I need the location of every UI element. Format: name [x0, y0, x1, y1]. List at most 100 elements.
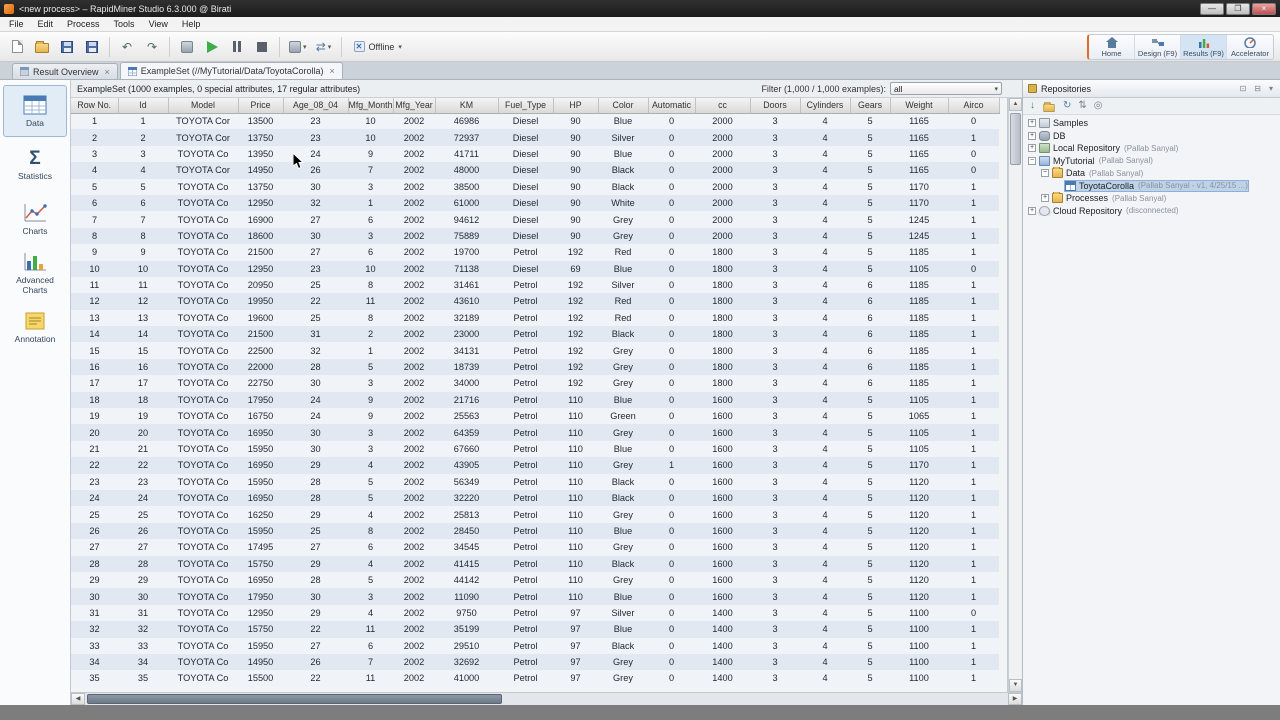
collapse-toggle-icon[interactable]: − — [1028, 156, 1036, 165]
table-row[interactable]: 2 2 TOYOTA Cor 13750 23 10 2002 72937 Diesel 90 Si… — [71, 129, 999, 146]
horizontal-scroll-track[interactable] — [85, 693, 1008, 705]
play-button[interactable] — [201, 36, 223, 58]
table-row[interactable]: 19 19 TOYOTA Co 16750 24 9 2002 25563 Petrol 110 G… — [71, 408, 999, 425]
column-header[interactable]: Mfg_Month — [348, 98, 394, 114]
table-row[interactable]: 21 21 TOYOTA Co 15950 30 3 2002 67660 Petrol 110 B… — [71, 440, 999, 458]
import-data-icon[interactable]: ↓ — [1030, 101, 1035, 111]
close-button[interactable]: × — [1252, 2, 1276, 15]
sidebar-item-advanced-charts[interactable]: Advanced Charts — [3, 247, 67, 299]
table-row[interactable]: 7 7 TOYOTA Co 16900 27 6 2002 94612 Diesel 90 Grey… — [71, 211, 999, 228]
expand-toggle-icon[interactable]: + — [1028, 131, 1036, 140]
expand-toggle-icon[interactable]: + — [1041, 194, 1049, 203]
refresh-icon[interactable]: ↻ — [1063, 101, 1071, 111]
table-row[interactable]: 29 29 TOYOTA Co 16950 28 5 2002 44142 Petrol 110 G… — [71, 571, 999, 589]
open-process-button[interactable] — [31, 36, 53, 58]
column-header[interactable]: Color — [598, 98, 649, 114]
menu-view[interactable]: View — [142, 17, 175, 31]
column-header[interactable]: cc — [695, 98, 751, 114]
scroll-up-icon[interactable]: ▲ — [1009, 98, 1022, 111]
table-row[interactable]: 8 8 TOYOTA Co 18600 30 3 2002 75889 Diesel 90 Grey… — [71, 227, 999, 245]
horizontal-scrollbar[interactable]: ◀ ▶ — [71, 692, 1022, 705]
table-row[interactable]: 13 13 TOYOTA Co 19600 25 8 2002 32189 Petrol 192 R… — [71, 309, 999, 327]
column-header[interactable]: Airco — [948, 98, 1000, 114]
scroll-right-icon[interactable]: ▶ — [1008, 693, 1022, 705]
table-row[interactable]: 15 15 TOYOTA Co 22500 32 1 2002 34131 Petrol 192 G… — [71, 342, 999, 359]
vertical-scroll-thumb[interactable] — [1010, 113, 1021, 165]
collapse-toggle-icon[interactable]: − — [1041, 169, 1049, 178]
redo-button[interactable]: ↷ — [141, 36, 163, 58]
repo-item-samples[interactable]: + Samples — [1023, 117, 1280, 130]
table-row[interactable]: 25 25 TOYOTA Co 16250 29 4 2002 25813 Petrol 110 G… — [71, 506, 999, 523]
repo-item-processes[interactable]: + Processes (Pallab Sanyal) — [1023, 192, 1280, 205]
table-row[interactable]: 11 11 TOYOTA Co 20950 25 8 2002 31461 Petrol 192 S… — [71, 276, 999, 294]
column-header[interactable]: Model — [168, 98, 239, 114]
menu-process[interactable]: Process — [60, 17, 107, 31]
table-row[interactable]: 35 35 TOYOTA Co 15500 22 11 2002 41000 Petrol 97 G… — [71, 670, 999, 687]
repo-item-cloud-repository[interactable]: + Cloud Repository (disconnected) — [1023, 205, 1280, 218]
expand-toggle-icon[interactable]: + — [1028, 144, 1036, 153]
sidebar-item-statistics[interactable]: Σ Statistics — [3, 139, 67, 191]
table-row[interactable]: 12 12 TOYOTA Co 19950 22 11 2002 43610 Petrol 192… — [71, 293, 999, 310]
repo-item-mytutorial[interactable]: − MyTutorial (Pallab Sanyal) — [1023, 155, 1280, 168]
perspective-design-button[interactable]: Design (F9) — [1135, 35, 1181, 59]
expand-toggle-icon[interactable]: + — [1028, 119, 1036, 128]
vertical-scroll-track[interactable] — [1009, 111, 1022, 679]
repo-item-data[interactable]: − Data (Pallab Sanyal) — [1023, 167, 1280, 180]
run-background-button[interactable] — [176, 36, 198, 58]
table-row[interactable]: 32 32 TOYOTA Co 15750 22 11 2002 35199 Petrol 97 B… — [71, 621, 999, 638]
table-row[interactable]: 9 9 TOYOTA Co 21500 27 6 2002 19700 Petrol 192 Red… — [71, 244, 999, 261]
panel-detach-icon[interactable]: ⊡ — [1238, 84, 1249, 93]
table-row[interactable]: 30 30 TOYOTA Co 17950 30 3 2002 11090 Petrol 110 B… — [71, 588, 999, 605]
locate-entry-icon[interactable]: ◎ — [1094, 101, 1103, 111]
sidebar-item-data[interactable]: Data — [3, 85, 67, 137]
table-row[interactable]: 4 4 TOYOTA Cor 14950 26 7 2002 48000 Diesel 90 Bla… — [71, 162, 999, 179]
repo-item-local-repository[interactable]: + Local Repository (Pallab Sanyal) — [1023, 142, 1280, 155]
table-row[interactable]: 22 22 TOYOTA Co 16950 29 4 2002 43905 Petrol 110 G… — [71, 457, 999, 474]
table-row[interactable]: 27 27 TOYOTA Co 17495 27 6 2002 34545 Petrol 110 G… — [71, 539, 999, 556]
expand-toggle-icon[interactable]: + — [1028, 206, 1036, 215]
menu-edit[interactable]: Edit — [31, 17, 61, 31]
perspective-home-button[interactable]: Home — [1089, 35, 1135, 59]
table-row[interactable]: 33 33 TOYOTA Co 15950 27 6 2002 29510 Petrol 97 Bl… — [71, 637, 999, 654]
connection-status-button[interactable]: ✕ Offline ▾ — [348, 38, 408, 55]
panel-minimize-icon[interactable]: ⊟ — [1252, 84, 1263, 93]
table-row[interactable]: 26 26 TOYOTA Co 15950 25 8 2002 28450 Petrol 110 B… — [71, 522, 999, 540]
table-row[interactable]: 5 5 TOYOTA Co 13750 30 3 2002 38500 Diesel 90 Blac… — [71, 178, 999, 195]
column-header[interactable]: KM — [435, 98, 499, 114]
validate-process-button[interactable]: ▾ — [286, 36, 310, 58]
sort-icon[interactable]: ⇅ — [1078, 101, 1086, 111]
auto-wire-button[interactable]: ⇄ ▾ — [313, 36, 335, 58]
table-row[interactable]: 17 17 TOYOTA Co 22750 30 3 2002 34000 Petrol 192 G… — [71, 375, 999, 392]
scroll-left-icon[interactable]: ◀ — [71, 693, 85, 705]
undo-button[interactable]: ↶ — [116, 36, 138, 58]
tab-exampleset[interactable]: ExampleSet (//MyTutorial/Data/ToyotaCoro… — [119, 62, 343, 79]
table-row[interactable]: 28 28 TOYOTA Co 15750 29 4 2002 41415 Petrol 110 B… — [71, 555, 999, 572]
table-row[interactable]: 6 6 TOYOTA Co 12950 32 1 2002 61000 Diesel 90 Whit… — [71, 194, 999, 212]
vertical-scrollbar[interactable]: ▲ ▼ — [1008, 98, 1022, 692]
perspective-accelerator-button[interactable]: Accelerator — [1227, 35, 1273, 59]
menu-tools[interactable]: Tools — [107, 17, 142, 31]
pause-button[interactable] — [226, 36, 248, 58]
column-header[interactable]: Doors — [750, 98, 801, 114]
perspective-results-button[interactable]: Results (F9) — [1181, 35, 1227, 59]
new-folder-icon[interactable] — [1043, 101, 1055, 112]
close-tab-icon[interactable]: × — [330, 66, 335, 76]
menu-file[interactable]: File — [2, 17, 31, 31]
table-row[interactable]: 3 3 TOYOTA Co 13950 24 9 2002 41711 Diesel 90 Blue… — [71, 145, 999, 163]
column-header[interactable]: Cylinders — [800, 98, 851, 114]
scroll-down-icon[interactable]: ▼ — [1009, 679, 1022, 692]
table-row[interactable]: 34 34 TOYOTA Co 14950 26 7 2002 32692 Petrol 97 Gr… — [71, 653, 999, 671]
column-header[interactable]: Row No. — [71, 98, 119, 114]
table-row[interactable]: 23 23 TOYOTA Co 15950 28 5 2002 56349 Petrol 110 B… — [71, 473, 999, 490]
new-process-button[interactable] — [6, 36, 28, 58]
sidebar-item-charts[interactable]: Charts — [3, 193, 67, 245]
column-header[interactable]: Gears — [850, 98, 891, 114]
tab-result-overview[interactable]: Result Overview × — [12, 63, 118, 79]
column-header[interactable]: HP — [553, 98, 599, 114]
stop-button[interactable] — [251, 36, 273, 58]
table-row[interactable]: 24 24 TOYOTA Co 16950 28 5 2002 32220 Petrol 110 B… — [71, 489, 999, 507]
sidebar-item-annotation[interactable]: Annotation — [3, 301, 67, 353]
filter-dropdown[interactable]: all ▾ — [890, 82, 1002, 95]
maximize-button[interactable]: ❐ — [1226, 2, 1250, 15]
save-as-button[interactable] — [81, 36, 103, 58]
